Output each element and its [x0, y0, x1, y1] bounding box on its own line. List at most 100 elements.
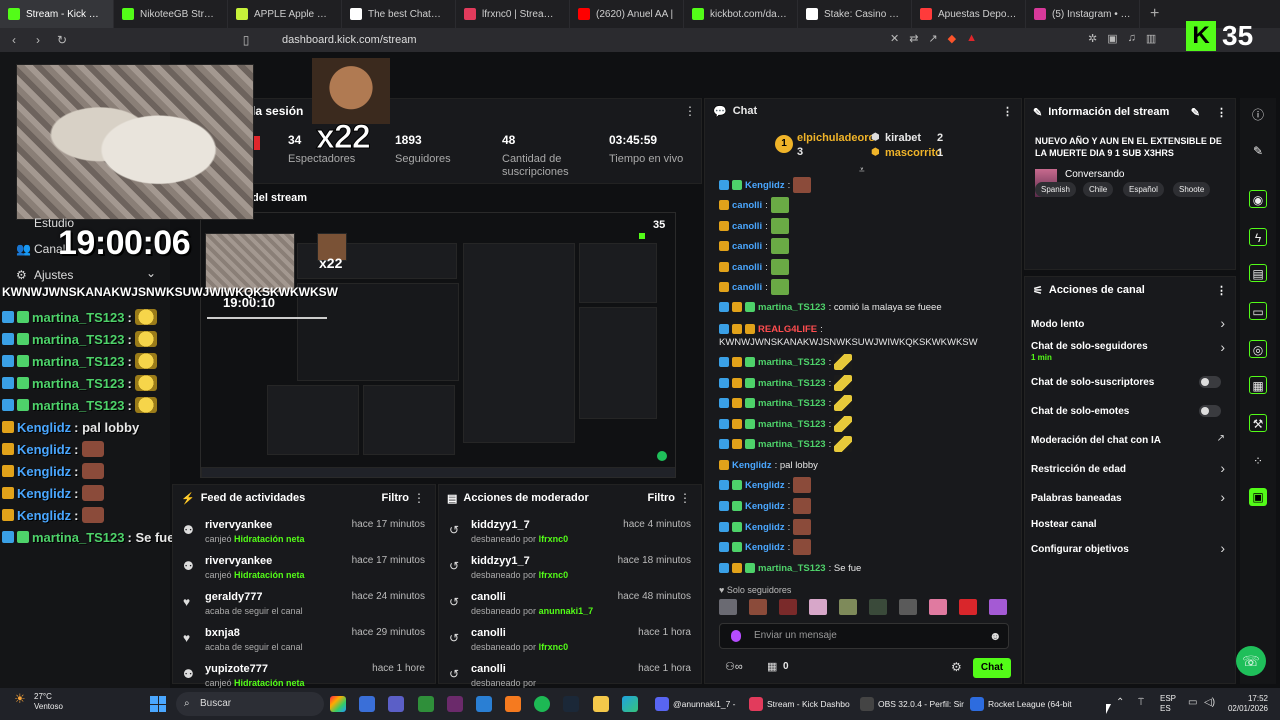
new-tab-button[interactable]: +	[1140, 5, 1169, 23]
channel-actions-menu-icon[interactable]: ⋮	[1216, 284, 1227, 297]
activity-feed-item[interactable]: ⚉ rivervyankee canjeó Hidratación neta hace…	[173, 517, 435, 553]
chat-icon[interactable]: ▭	[1249, 302, 1267, 320]
chat-users-icon[interactable]: ⚇∞	[725, 660, 743, 673]
browser-tab[interactable]: (2620) Anuel AA |	[570, 0, 684, 28]
edit-icon[interactable]: ✎	[1249, 142, 1267, 160]
emote-shortcut-icon[interactable]	[989, 599, 1007, 615]
stats-menu-icon[interactable]: ⋮	[684, 104, 696, 118]
bookmark-icon[interactable]: ▯	[236, 33, 256, 47]
chevron-right-icon[interactable]: ›	[1220, 540, 1225, 556]
brave-rewards-icon[interactable]: ▲	[966, 32, 977, 45]
top-donor-2[interactable]: kirabet	[885, 132, 921, 144]
channel-action-item[interactable]: Hostear canal	[1031, 519, 1097, 530]
emote-shortcut-icon[interactable]	[749, 599, 767, 615]
chat-username[interactable]: Kenglidz	[732, 460, 772, 471]
copilot-icon[interactable]	[330, 696, 346, 712]
chat-username[interactable]: martina_TS123	[758, 302, 826, 313]
microphone-icon[interactable]: ⍡	[1138, 697, 1144, 708]
chat-message[interactable]: martina_TS123: comió la malaya se fueee	[719, 297, 942, 317]
browser-tab[interactable]: Apuestas Deportivas	[912, 0, 1026, 28]
chat-message[interactable]: Kenglidz:	[719, 517, 812, 537]
steam-icon[interactable]	[563, 696, 579, 712]
channel-action-item[interactable]: Moderación del chat con IA	[1031, 435, 1161, 446]
emote-shortcut-icon[interactable]	[719, 599, 737, 615]
chat-username[interactable]: Kenglidz	[745, 522, 785, 533]
chat-settings-icon[interactable]: ⚙	[951, 660, 962, 674]
info-icon[interactable]: ⓘ	[1249, 106, 1267, 124]
lightning-icon[interactable]: ϟ	[1249, 228, 1267, 246]
emote-shortcut-icon[interactable]	[959, 599, 977, 615]
chat-username[interactable]: martina_TS123	[758, 563, 826, 574]
music-icon[interactable]: ♫	[1128, 32, 1136, 45]
channel-action-item[interactable]: Chat de solo-emotes	[1031, 406, 1129, 417]
language-indicator[interactable]: ESP	[1160, 694, 1176, 704]
nav-ajustes[interactable]: Ajustes	[34, 268, 73, 282]
chat-message[interactable]: canolli:	[719, 236, 789, 256]
activity-menu-icon[interactable]: ⋮	[413, 491, 425, 505]
stream-tag[interactable]: Español	[1123, 182, 1164, 197]
app-a-icon[interactable]	[505, 696, 521, 712]
chat-message[interactable]: Kenglidz:	[719, 475, 812, 495]
chat-message[interactable]: martina_TS123:	[719, 414, 853, 434]
brave-shield-icon[interactable]: ◆	[948, 32, 956, 45]
chat-message[interactable]: martina_TS123:	[719, 434, 853, 454]
taskbar-task[interactable]: @anunnaki1_7 -	[655, 694, 736, 714]
chevron-right-icon[interactable]: ›	[1220, 489, 1225, 505]
browser-tab[interactable]: Stream - Kick Dashb	[0, 0, 114, 28]
chat-message[interactable]: canolli:	[719, 195, 789, 215]
chevron-right-icon[interactable]: ›	[1220, 315, 1225, 331]
network-icon[interactable]: ▭	[1188, 697, 1197, 708]
chat-message[interactable]: martina_TS123: Se fue	[719, 558, 861, 578]
chat-username[interactable]: martina_TS123	[758, 357, 826, 368]
translate-icon[interactable]: ⇄	[909, 32, 918, 45]
vscode-icon[interactable]	[476, 696, 492, 712]
mod-action-item[interactable]: ↺ canolli desbaneado por anunnaki1_7 hace 4…	[439, 589, 701, 625]
reload-icon[interactable]: ↻	[52, 33, 72, 47]
chat-message[interactable]: Kenglidz:	[719, 175, 812, 195]
chevron-down-icon[interactable]: ⌄	[146, 266, 156, 280]
taskbar-clock[interactable]: 17:52 02/01/2026	[1222, 694, 1268, 714]
address-bar[interactable]: dashboard.kick.com/stream	[260, 31, 980, 49]
emote-shortcut-icon[interactable]	[869, 599, 887, 615]
chat-message-input[interactable]: Enviar un mensaje	[719, 623, 1009, 649]
taskbar-task[interactable]: Stream - Kick Dashbo	[749, 694, 850, 714]
chat-message[interactable]: Kenglidz:	[719, 496, 812, 516]
chat-username[interactable]: Kenglidz	[745, 480, 785, 491]
emote-shortcut-icon[interactable]	[839, 599, 857, 615]
edge-icon[interactable]	[622, 696, 638, 712]
chat-username[interactable]: martina_TS123	[758, 439, 826, 450]
chat-username[interactable]: martina_TS123	[758, 378, 826, 389]
chat-message[interactable]: canolli:	[719, 277, 789, 297]
chevron-right-icon[interactable]: ›	[1220, 460, 1225, 476]
mod-action-item[interactable]: ↺ kiddzyy1_7 desbaneado por lfrxnc0 hace 18…	[439, 553, 701, 589]
edit-stream-info-icon[interactable]: ✎	[1191, 106, 1200, 119]
browser-tab[interactable]: kickbot.com/dashboar	[684, 0, 798, 28]
chat-menu-icon[interactable]: ⋮	[1002, 105, 1013, 118]
camera-icon[interactable]: ◉	[1249, 190, 1267, 208]
external-link-icon[interactable]: ↗	[1217, 433, 1225, 444]
chat-send-button[interactable]: Chat	[973, 658, 1011, 678]
stream-category[interactable]: Conversando	[1065, 169, 1124, 180]
browser-tab[interactable]: APPLE Apple Magsafe	[228, 0, 342, 28]
xbox-icon[interactable]	[418, 696, 434, 712]
chat-message[interactable]: KWNWJWNSKANAKWJSNWKSUWJWIWKQKSKWKWKSW	[719, 332, 978, 352]
layout-icon[interactable]: ▦	[1249, 376, 1267, 394]
file-explorer-icon[interactable]	[593, 696, 609, 712]
weather-widget[interactable]: ☀ 27°C Ventoso	[14, 692, 63, 712]
stream-info-menu-icon[interactable]: ⋮	[1216, 106, 1227, 119]
forward-icon[interactable]: ›	[28, 33, 48, 47]
top-donor-1[interactable]: elpichuladeoro	[797, 132, 875, 144]
chat-username[interactable]: canolli	[732, 262, 762, 273]
chat-username[interactable]: martina_TS123	[758, 419, 826, 430]
chat-message[interactable]: martina_TS123:	[719, 352, 853, 372]
browser-tab[interactable]: (5) Instagram • Mensa	[1026, 0, 1140, 28]
activity-feed-item[interactable]: ♥ geraldy777 acaba de seguir el canal hace …	[173, 589, 435, 625]
premiere-icon[interactable]	[447, 696, 463, 712]
browser-tab[interactable]: Stake: Casino en línea	[798, 0, 912, 28]
chat-message[interactable]: martina_TS123:	[719, 393, 853, 413]
taskbar-task[interactable]: OBS 32.0.4 - Perfil: Sir	[860, 694, 964, 714]
toggle-switch[interactable]	[1199, 405, 1221, 417]
emoji-icon[interactable]: ☻	[989, 629, 1002, 643]
chat-message[interactable]: canolli:	[719, 257, 789, 277]
chat-username[interactable]: martina_TS123	[758, 398, 826, 409]
